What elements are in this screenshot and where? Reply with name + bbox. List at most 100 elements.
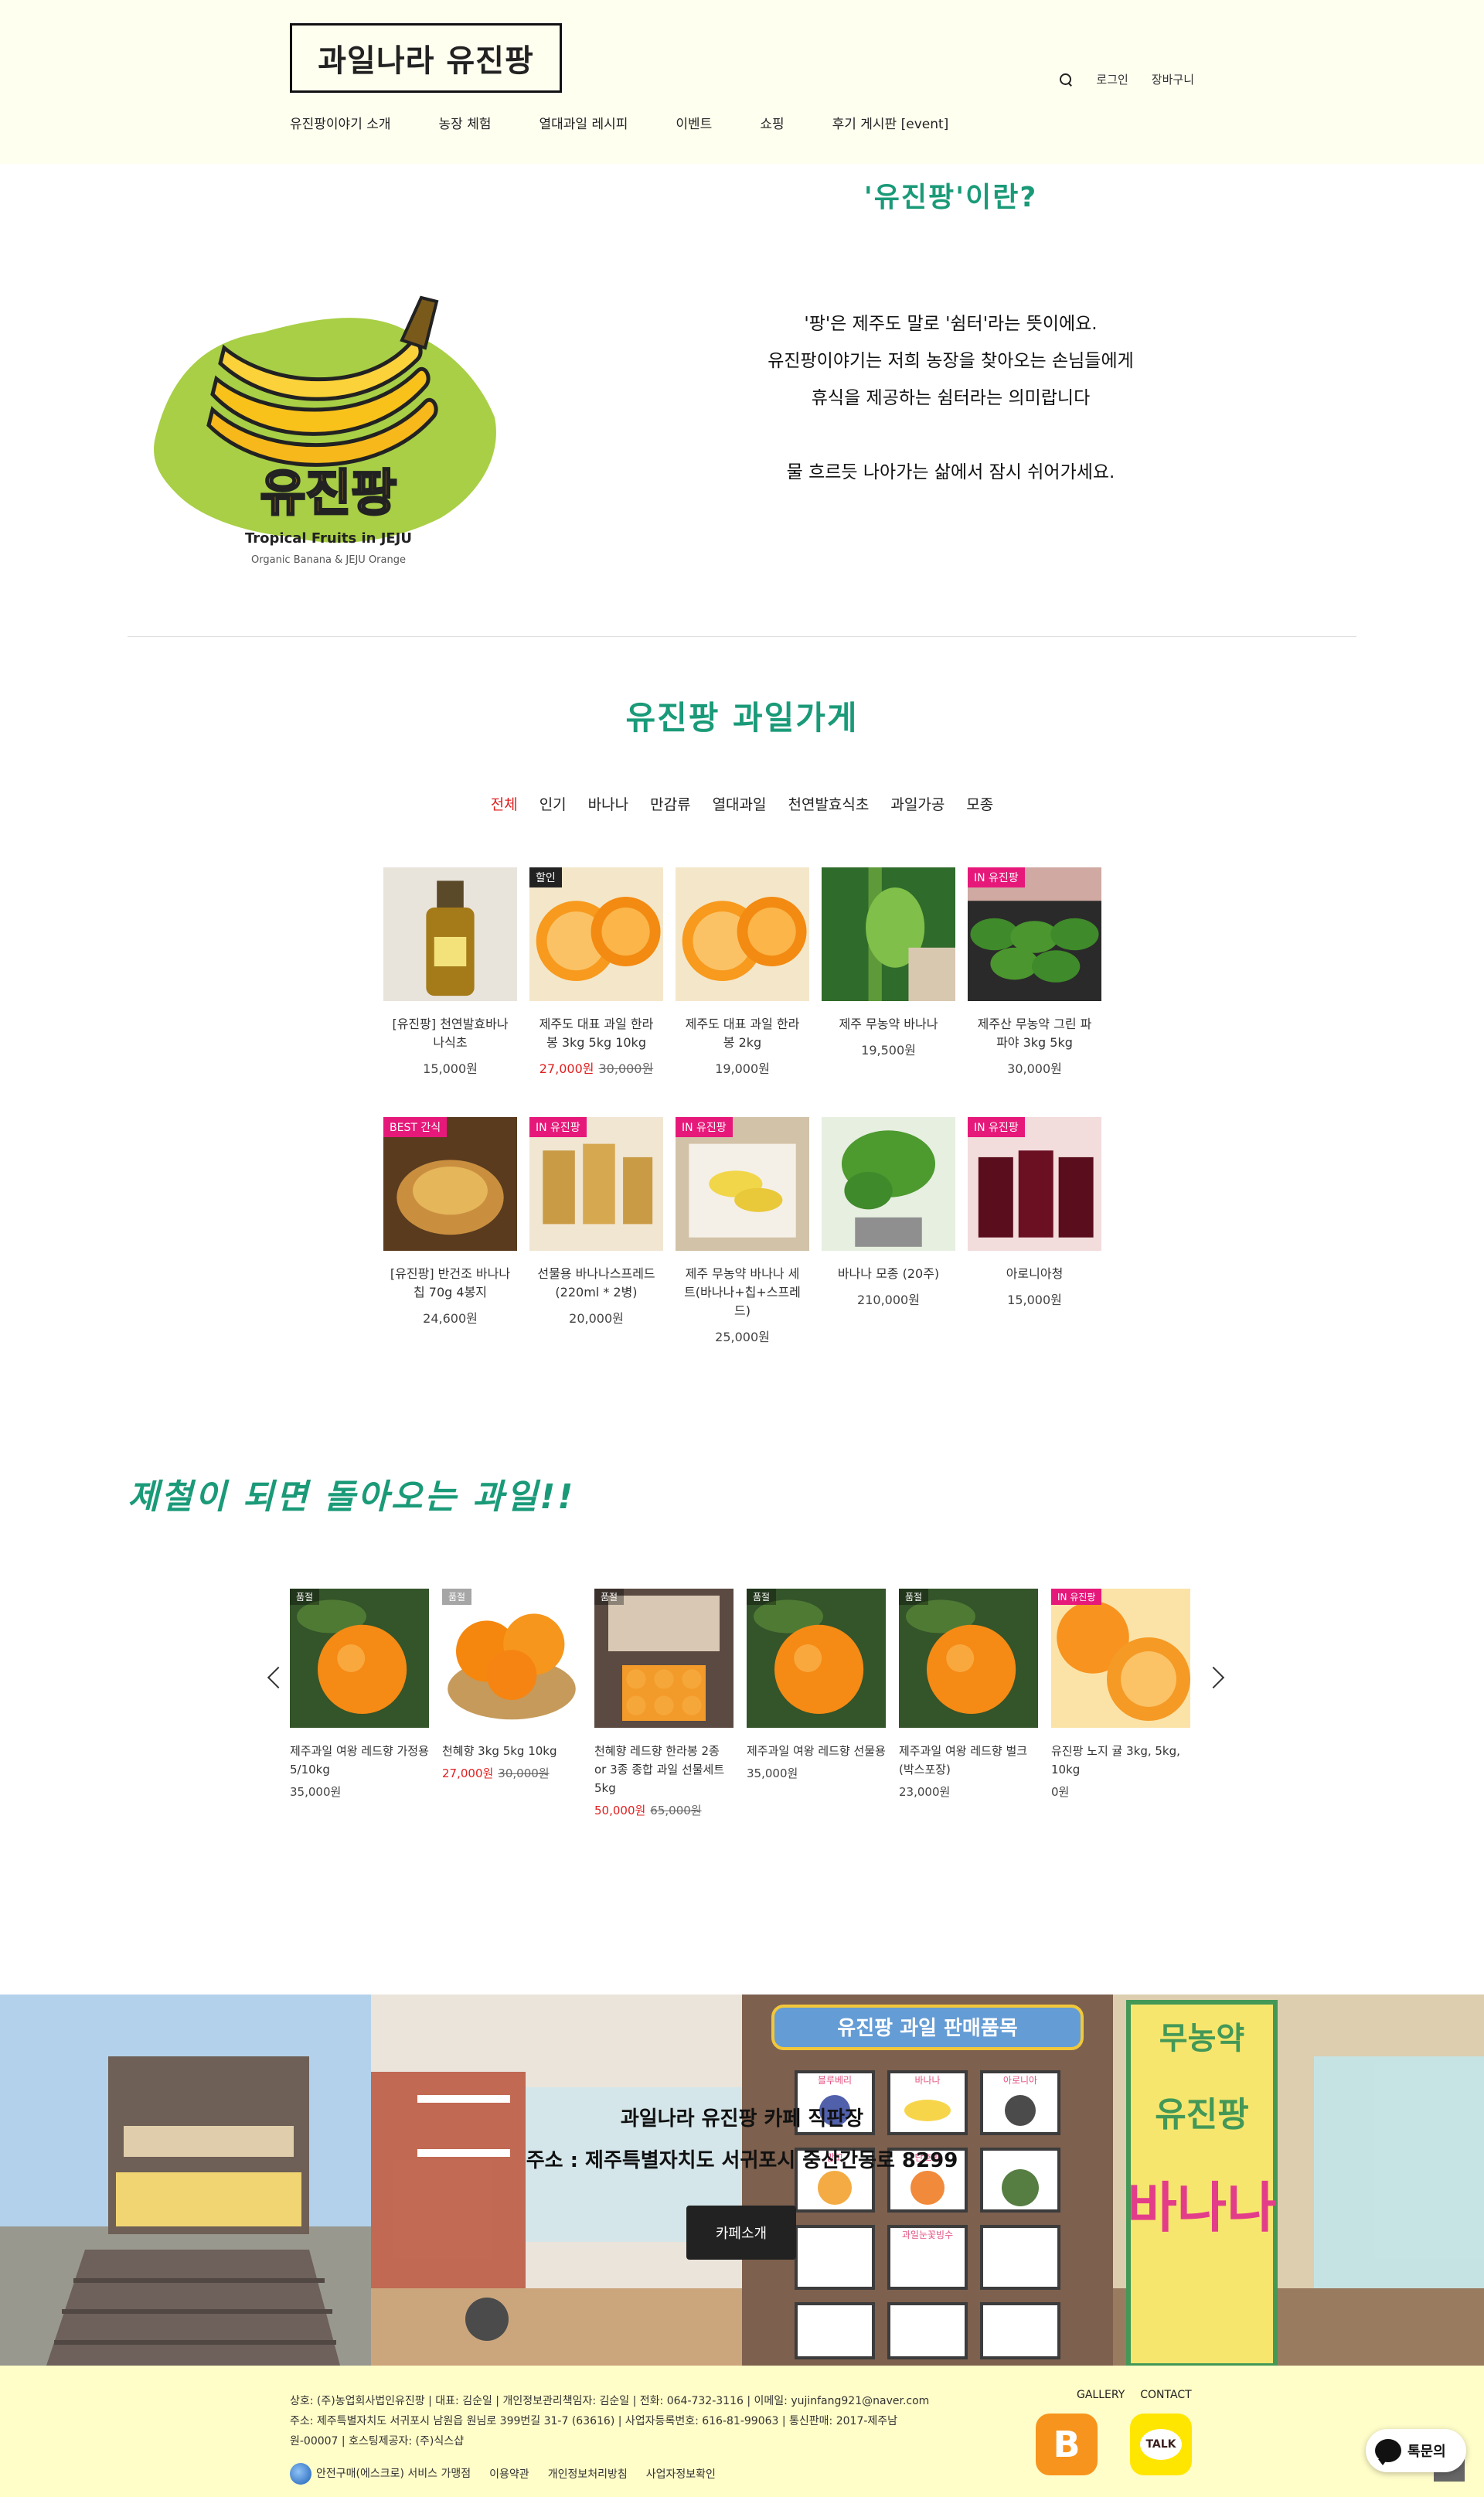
product-card[interactable]: IN 유진팡제주 무농약 바나나 세트(바나나+칩+스프레드) 25,000원	[676, 1117, 809, 1367]
product-card[interactable]: [유진팡] 천연발효바나나식초 15,000원	[383, 867, 517, 1117]
site-header: 과일나라 유진팡 로그인 장바구니 유진팡이야기 소개 농장 체험 열대과일 레…	[0, 0, 1484, 164]
slider-next-button[interactable]	[1206, 1662, 1229, 1693]
tab-vinegar[interactable]: 천연발효식초	[788, 793, 869, 814]
login-link[interactable]: 로그인	[1096, 71, 1128, 87]
product-name[interactable]: 천혜향 3kg 5kg 10kg	[442, 1742, 581, 1760]
season-product-card[interactable]: 품절제주과일 여왕 레드향 벌크 (박스포장) 23,000원	[899, 1589, 1038, 1800]
product-image[interactable]: IN 유진팡	[529, 1117, 663, 1251]
intro-line: 유진팡이야기는 저희 농장을 찾아오는 손님들에게	[768, 351, 1134, 371]
cart-link[interactable]: 장바구니	[1152, 71, 1194, 87]
product-name[interactable]: 제주 무농약 바나나 세트(바나나+칩+스프레드)	[676, 1265, 809, 1320]
product-image[interactable]: IN 유진팡	[968, 867, 1101, 1001]
product-name[interactable]: 제주과일 여왕 레드향 벌크 (박스포장)	[899, 1742, 1038, 1779]
product-image[interactable]: IN 유진팡	[968, 1117, 1101, 1251]
product-price: 25,000원	[715, 1330, 770, 1344]
cafe-intro-button[interactable]: 카페소개	[686, 2206, 796, 2260]
product-card[interactable]: 제주 무농약 바나나 19,500원	[822, 867, 955, 1117]
product-price-row: 23,000원	[899, 1783, 1038, 1800]
product-card[interactable]: IN 유진팡선물용 바나나스프레드(220ml * 2병) 20,000원	[529, 1117, 663, 1367]
product-name[interactable]: [유진팡] 반건조 바나나칩 70g 4봉지	[383, 1265, 517, 1302]
product-name[interactable]: 제주 무농약 바나나	[822, 1015, 955, 1034]
product-image[interactable]	[676, 867, 809, 1001]
product-name[interactable]: 제주도 대표 과일 한라봉 3kg 5kg 10kg	[529, 1015, 663, 1052]
blog-icon[interactable]: B	[1036, 2414, 1098, 2475]
original-price: 30,000원	[598, 1061, 654, 1076]
season-product-card[interactable]: 품절 제주과일 여왕 레드향 가정용 5/10kg 35,000원	[290, 1589, 429, 1800]
product-image[interactable]: 할인	[529, 867, 663, 1001]
product-badge: 품절	[594, 1589, 625, 1605]
product-badge: IN 유진팡	[1051, 1589, 1102, 1605]
shop-title: 유진팡 과일가게	[625, 699, 859, 737]
tab-processed[interactable]: 과일가공	[890, 793, 945, 814]
slider-prev-button[interactable]	[263, 1662, 286, 1693]
product-image[interactable]: BEST 간식	[383, 1117, 517, 1251]
talk-inquiry-button[interactable]: 톡문의	[1366, 2429, 1466, 2472]
season-product-card[interactable]: 품절 천혜향 레드향 한라봉 2종 or 3종 종합 과일 선물세트 5kg 50,…	[594, 1589, 733, 1818]
product-image[interactable]: 품절	[290, 1589, 429, 1728]
tab-all[interactable]: 전체	[491, 793, 518, 814]
tab-banana[interactable]: 바나나	[588, 793, 628, 814]
product-image[interactable]	[822, 867, 955, 1001]
nav-item-shop[interactable]: 쇼핑	[760, 113, 784, 132]
intro-line: 물 흐르듯 나아가는 삶에서 잠시 쉬어가세요.	[786, 462, 1115, 482]
product-badge: 할인	[529, 867, 562, 887]
product-image[interactable]: 품절	[747, 1589, 886, 1728]
product-image[interactable]	[822, 1117, 955, 1251]
terms-link[interactable]: 이용약관	[489, 2466, 529, 2482]
nav-item-farm[interactable]: 농장 체험	[439, 113, 492, 132]
intro-line: '팡'은 제주도 말로 '쉼터'라는 뜻이에요.	[804, 314, 1098, 334]
product-image[interactable]: 품절	[899, 1589, 1038, 1728]
product-card[interactable]: 바나나 모종 (20주) 210,000원	[822, 1117, 955, 1367]
product-name[interactable]: [유진팡] 천연발효바나나식초	[383, 1015, 517, 1052]
kakao-icon[interactable]: TALK	[1130, 2414, 1192, 2475]
product-image[interactable]: IN 유진팡	[676, 1117, 809, 1251]
product-price-row: 19,500원	[822, 1040, 955, 1058]
search-icon[interactable]	[1059, 73, 1073, 87]
product-name[interactable]: 선물용 바나나스프레드(220ml * 2병)	[529, 1265, 663, 1302]
contact-link[interactable]: CONTACT	[1140, 2389, 1191, 2401]
intro-line: 휴식을 제공하는 쉼터라는 의미랍니다	[811, 388, 1091, 408]
product-name[interactable]: 아로니아청	[968, 1265, 1101, 1283]
product-card[interactable]: IN 유진팡 아로니아청 15,000원	[968, 1117, 1101, 1367]
product-name[interactable]: 제주과일 여왕 레드향 가정용 5/10kg	[290, 1742, 429, 1779]
product-image[interactable]: 품절	[442, 1589, 581, 1728]
tab-tropical[interactable]: 열대과일	[713, 793, 767, 814]
product-image[interactable]	[383, 867, 517, 1001]
tab-popular[interactable]: 인기	[539, 793, 567, 814]
product-card[interactable]: IN 유진팡제주산 무농약 그린 파파야 3kg 5kg 30,000원	[968, 867, 1101, 1117]
product-name[interactable]: 바나나 모종 (20주)	[822, 1265, 955, 1283]
cafe-overlay	[0, 1995, 1484, 2366]
product-name[interactable]: 유진팡 노지 귤 3kg, 5kg, 10kg	[1051, 1742, 1190, 1779]
tab-seedling[interactable]: 모종	[966, 793, 993, 814]
product-price: 20,000원	[569, 1311, 624, 1326]
talk-inquiry-label: 톡문의	[1407, 2444, 1446, 2460]
season-product-card[interactable]: IN 유진팡 유진팡 노지 귤 3kg, 5kg, 10kg 0원	[1051, 1589, 1190, 1800]
product-price: 30,000원	[1007, 1061, 1062, 1076]
product-name[interactable]: 제주산 무농약 그린 파파야 3kg 5kg	[968, 1015, 1101, 1052]
product-image[interactable]: IN 유진팡	[1051, 1589, 1190, 1728]
product-card[interactable]: BEST 간식 [유진팡] 반건조 바나나칩 70g 4봉지 24,600원	[383, 1117, 517, 1367]
product-price: 19,000원	[715, 1061, 770, 1076]
privacy-link[interactable]: 개인정보처리방침	[548, 2466, 628, 2482]
business-info-link[interactable]: 사업자정보확인	[646, 2466, 716, 2482]
season-product-card[interactable]: 품절 천혜향 3kg 5kg 10kg 27,000원 30,000원	[442, 1589, 581, 1781]
nav-item-event[interactable]: 이벤트	[676, 113, 712, 132]
tab-citrus[interactable]: 만감류	[650, 793, 690, 814]
escrow-link[interactable]: 안전구매(에스크로) 서비스 가맹점	[290, 2463, 471, 2485]
season-product-card[interactable]: 품절 제주과일 여왕 레드향 선물용 35,000원	[747, 1589, 886, 1781]
product-name[interactable]: 제주과일 여왕 레드향 선물용	[747, 1742, 886, 1760]
product-card[interactable]: 제주도 대표 과일 한라봉 2kg 19,000원	[676, 867, 809, 1117]
product-card[interactable]: 할인 제주도 대표 과일 한라봉 3kg 5kg 10kg 27,000원 30,00…	[529, 867, 663, 1117]
product-image[interactable]: 품절	[594, 1589, 733, 1728]
site-logo[interactable]: 과일나라 유진팡	[290, 23, 562, 93]
product-name[interactable]: 천혜향 레드향 한라봉 2종 or 3종 종합 과일 선물세트 5kg	[594, 1742, 733, 1797]
original-price: 65,000원	[650, 1804, 702, 1817]
gallery-link[interactable]: GALLERY	[1077, 2389, 1125, 2401]
utility-menu: 로그인 장바구니	[1059, 71, 1194, 87]
nav-item-about[interactable]: 유진팡이야기 소개	[290, 113, 391, 132]
product-price: 15,000원	[423, 1061, 478, 1076]
nav-item-review[interactable]: 후기 게시판 [event]	[832, 113, 949, 132]
product-name[interactable]: 제주도 대표 과일 한라봉 2kg	[676, 1015, 809, 1052]
logo-subtitle: Tropical Fruits in JEJU	[245, 530, 412, 547]
nav-item-recipe[interactable]: 열대과일 레시피	[539, 113, 628, 132]
